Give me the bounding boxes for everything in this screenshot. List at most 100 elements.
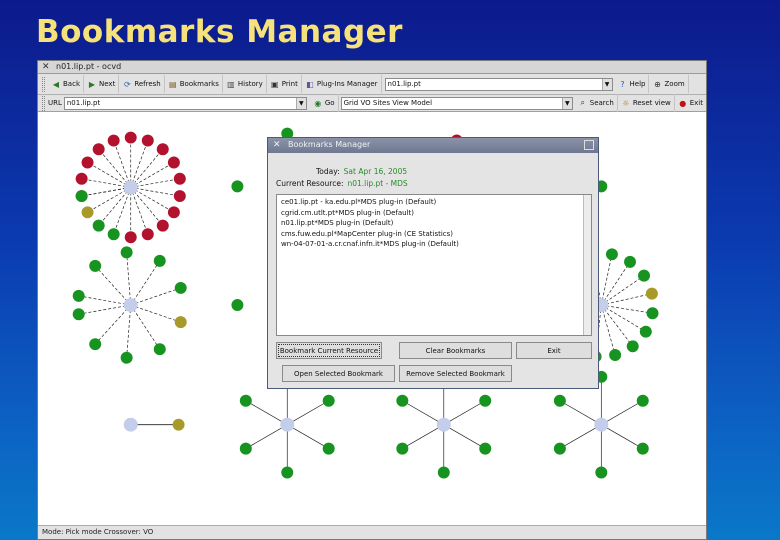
graph-node[interactable] [81, 206, 94, 219]
graph-edge [130, 287, 181, 306]
graph-node[interactable] [153, 254, 166, 267]
graph-node[interactable] [231, 180, 244, 193]
list-item[interactable]: ce01.lip.pt - ka.edu.pl*MDS plug-in (Def… [281, 197, 591, 208]
chevron-down-icon[interactable]: ▼ [601, 78, 612, 90]
close-icon[interactable]: ✕ [42, 61, 50, 73]
graph-node[interactable] [173, 172, 186, 185]
graph-node[interactable] [239, 394, 252, 407]
graph-node[interactable] [605, 248, 618, 261]
list-item[interactable]: n01.lip.pt*MDS plug-in (Default) [281, 218, 591, 229]
graph-node[interactable] [626, 340, 639, 353]
open-selected-bookmark-button[interactable]: Open Selected Bookmark [282, 365, 395, 382]
remove-selected-bookmark-button[interactable]: Remove Selected Bookmark [399, 365, 512, 382]
graph-node[interactable] [646, 307, 659, 320]
graph-node[interactable] [156, 219, 169, 232]
graph-node[interactable] [174, 281, 187, 294]
graph-edge [78, 295, 131, 306]
graph-edge [126, 305, 132, 358]
graph-node[interactable] [479, 442, 492, 455]
graph-node[interactable] [75, 172, 88, 185]
bookmarks-button[interactable]: ▤ Bookmarks [165, 75, 223, 93]
graph-node[interactable] [72, 289, 85, 302]
graph-node[interactable] [92, 219, 105, 232]
graph-node[interactable] [75, 190, 88, 203]
graph-node[interactable] [167, 206, 180, 219]
graph-node[interactable] [231, 299, 244, 312]
help-button[interactable]: ? Help [615, 75, 650, 93]
graph-node[interactable] [396, 394, 409, 407]
print-button[interactable]: ▣ Print [267, 75, 302, 93]
graph-node[interactable] [645, 287, 658, 300]
graph-node[interactable] [153, 343, 166, 356]
graph-hub-node[interactable] [123, 180, 138, 195]
graph-node[interactable] [437, 466, 450, 479]
graph-hub-node[interactable] [280, 417, 295, 432]
graph-node[interactable] [396, 442, 409, 455]
refresh-button[interactable]: ⟳ Refresh [119, 75, 165, 93]
graph-node[interactable] [322, 442, 335, 455]
chevron-down-icon[interactable]: ▼ [561, 97, 572, 109]
view-model-combo[interactable]: Grid VO Sites View Model ▼ [340, 96, 573, 110]
maximize-icon[interactable] [584, 140, 594, 150]
url-input[interactable]: n01.lip.pt ▼ [63, 96, 307, 110]
graph-node[interactable] [89, 259, 102, 272]
list-item[interactable]: wn-04-07-01-a.cr.cnaf.infn.it*MDS plug-i… [281, 239, 591, 250]
graph-node[interactable] [124, 231, 137, 244]
graph-edge [402, 400, 444, 425]
graph-node[interactable] [553, 442, 566, 455]
graph-node[interactable] [624, 255, 637, 268]
list-item[interactable]: cms.fuw.edu.pl*MapCenter plug-in (CE Sta… [281, 229, 591, 240]
graph-node[interactable] [141, 134, 154, 147]
list-item[interactable]: cgrid.cm.utlt.pt*MDS plug-in (Default) [281, 208, 591, 219]
graph-node[interactable] [639, 325, 652, 338]
exit-button[interactable]: ● Exit [675, 94, 706, 112]
graph-node[interactable] [124, 131, 137, 144]
graph-node[interactable] [281, 466, 294, 479]
graph-hub-node[interactable] [436, 417, 451, 432]
dialog-exit-button[interactable]: Exit [516, 342, 592, 359]
reset-view-button[interactable]: ☼ Reset view [618, 94, 675, 112]
back-button[interactable]: ◀ Back [48, 75, 84, 93]
graph-node[interactable] [174, 316, 187, 329]
graph-node[interactable] [81, 156, 94, 169]
graph-node[interactable] [636, 442, 649, 455]
graph-node[interactable] [141, 228, 154, 241]
zoom-button[interactable]: ⊕ Zoom [649, 75, 689, 93]
plugins-manager-button[interactable]: ◧ Plug-Ins Manager [302, 75, 382, 93]
close-icon[interactable]: ✕ [273, 138, 281, 152]
graph-node[interactable] [156, 143, 169, 156]
addressbar-grip[interactable] [42, 95, 45, 111]
graph-node[interactable] [479, 394, 492, 407]
graph-node[interactable] [107, 228, 120, 241]
graph-hub-node[interactable] [594, 417, 609, 432]
bookmark-current-resource-button[interactable]: Bookmark Current Resource [276, 342, 382, 359]
graph-node[interactable] [638, 269, 650, 282]
graph-node[interactable] [609, 349, 622, 361]
graph-node[interactable] [239, 442, 252, 455]
graph-node[interactable] [553, 394, 566, 407]
graph-node[interactable] [120, 351, 133, 364]
graph-node[interactable] [322, 394, 335, 407]
search-button[interactable]: ⌕ Search [575, 94, 618, 112]
graph-node[interactable] [92, 143, 105, 156]
graph-node[interactable] [595, 466, 608, 479]
chevron-down-icon[interactable]: ▼ [295, 97, 306, 109]
graph-node[interactable] [172, 418, 185, 431]
history-button[interactable]: ▥ History [223, 75, 267, 93]
graph-node[interactable] [120, 246, 133, 259]
next-button[interactable]: ▶ Next [84, 75, 120, 93]
resource-combo[interactable]: n01.lip.pt ▼ [384, 77, 613, 91]
graph-node[interactable] [72, 308, 85, 321]
graph-hub-node[interactable] [123, 417, 138, 432]
toolbar-grip[interactable] [42, 76, 45, 92]
graph-hub-node[interactable] [123, 298, 138, 313]
go-button[interactable]: ◉ Go [310, 94, 339, 112]
clear-bookmarks-button[interactable]: Clear Bookmarks [399, 342, 512, 359]
graph-node[interactable] [636, 394, 649, 407]
graph-node[interactable] [89, 338, 102, 351]
list-scrollbar[interactable] [583, 195, 591, 335]
graph-node[interactable] [167, 156, 180, 169]
bookmarks-list[interactable]: ce01.lip.pt - ka.edu.pl*MDS plug-in (Def… [276, 194, 592, 336]
graph-node[interactable] [173, 190, 186, 203]
graph-node[interactable] [107, 134, 120, 147]
